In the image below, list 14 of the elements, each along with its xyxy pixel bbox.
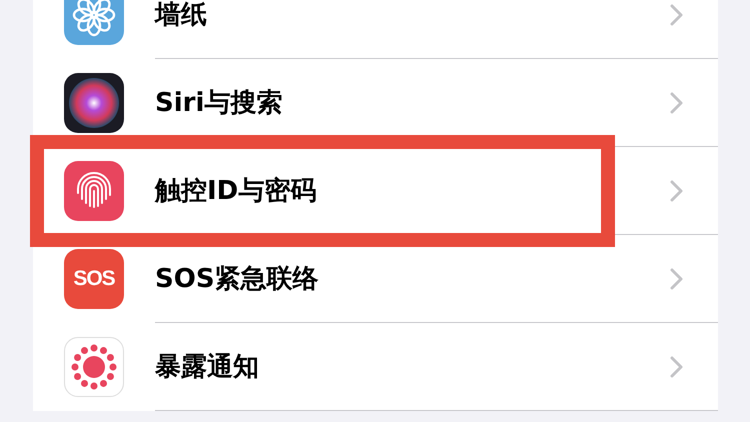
chevron-icon	[670, 92, 684, 114]
setting-label[interactable]: 触控ID与密码	[155, 172, 670, 210]
setting-label[interactable]: SOS紧急联络	[155, 260, 670, 298]
dots-ring-icon	[69, 342, 119, 392]
chevron-icon	[670, 4, 684, 26]
flower-icon	[72, 0, 116, 37]
chevron-icon	[670, 180, 684, 202]
setting-label[interactable]: Siri与搜索	[155, 84, 670, 122]
setting-label[interactable]: 墙纸	[155, 0, 670, 34]
chevron-icon	[670, 356, 684, 378]
orb-icon	[66, 75, 122, 131]
chevron-icon	[670, 268, 684, 290]
setting-label[interactable]: 暴露通知	[155, 348, 670, 386]
icon-label: SOS	[73, 266, 115, 292]
